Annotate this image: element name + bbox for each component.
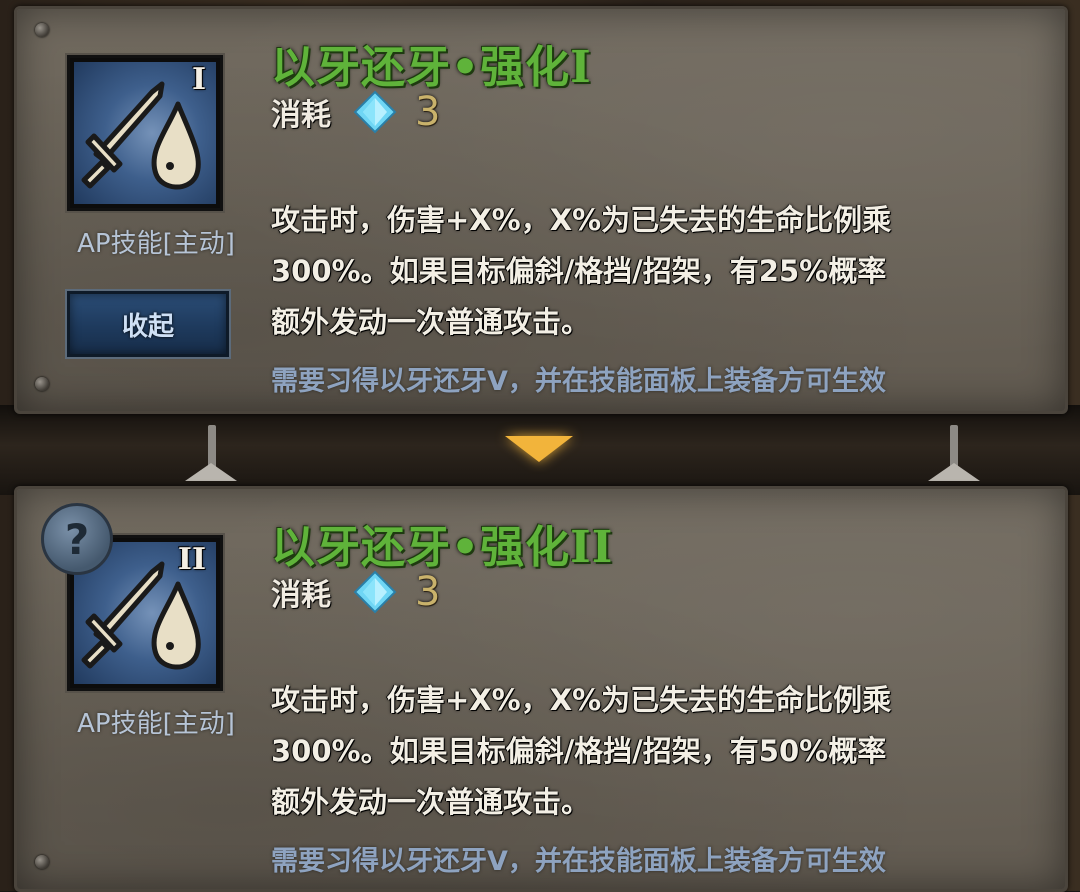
skill-type-label: AP技能[主动]	[77, 709, 235, 739]
requirement-text: 需要习得以牙还牙V，并在技能面板上装备方可生效	[271, 366, 886, 397]
skill-tier-numeral: I	[191, 62, 206, 97]
rivet	[35, 23, 49, 37]
skill-tier-numeral: II	[177, 542, 206, 577]
crystal-icon	[353, 90, 397, 134]
description-line: 攻击时，伤害+X%，X%为已失去的生命比例乘	[271, 683, 892, 717]
cost-row: 消耗 3	[271, 569, 440, 615]
question-mark-icon[interactable]: ?	[41, 503, 113, 575]
skill-title-text: 以牙还牙•强化	[271, 42, 571, 93]
cost-label: 消耗	[271, 98, 331, 133]
crystal-icon	[353, 570, 397, 614]
cost-label: 消耗	[271, 578, 331, 613]
divider-notch	[185, 463, 237, 481]
skill-description: 攻击时，伤害+X%，X%为已失去的生命比例乘 300%。如果目标偏斜/格挡/招架…	[271, 195, 1031, 348]
skill-title-numeral: II	[570, 522, 614, 573]
collapse-button[interactable]: 收起	[67, 291, 229, 357]
cost-row: 消耗 3	[271, 89, 440, 135]
skill-description: 攻击时，伤害+X%，X%为已失去的生命比例乘 300%。如果目标偏斜/格挡/招架…	[271, 675, 1031, 828]
rivet	[35, 855, 49, 869]
cost-value: 3	[415, 89, 441, 135]
cost-value: 3	[415, 569, 441, 615]
skill-title-text: 以牙还牙•强化	[271, 522, 571, 573]
skill-icon-frame[interactable]: I	[67, 55, 223, 211]
skill-title: 以牙还牙•强化II	[271, 511, 613, 575]
description-line: 攻击时，伤害+X%，X%为已失去的生命比例乘	[271, 203, 892, 237]
skill-title: 以牙还牙•强化I	[271, 31, 592, 95]
skill-title-numeral: I	[570, 42, 592, 93]
expand-arrow-icon[interactable]	[505, 436, 573, 462]
skill-card-1: I AP技能[主动] 收起 以牙还牙•强化I 消耗 3 攻击时，伤害+X%，X%…	[14, 6, 1068, 414]
rivet	[35, 377, 49, 391]
divider-notch	[928, 463, 980, 481]
requirement-text: 需要习得以牙还牙V，并在技能面板上装备方可生效	[271, 846, 886, 877]
skill-type-label: AP技能[主动]	[77, 229, 235, 259]
description-line: 额外发动一次普通攻击。	[271, 305, 591, 339]
description-line: 额外发动一次普通攻击。	[271, 785, 591, 819]
skill-card-2: II ? AP技能[主动] 以牙还牙•强化II 消耗 3 攻击时，伤害+X%，X…	[14, 486, 1068, 892]
description-line: 300%。如果目标偏斜/格挡/招架，有25%概率	[271, 254, 887, 288]
description-line: 300%。如果目标偏斜/格挡/招架，有50%概率	[271, 734, 887, 768]
